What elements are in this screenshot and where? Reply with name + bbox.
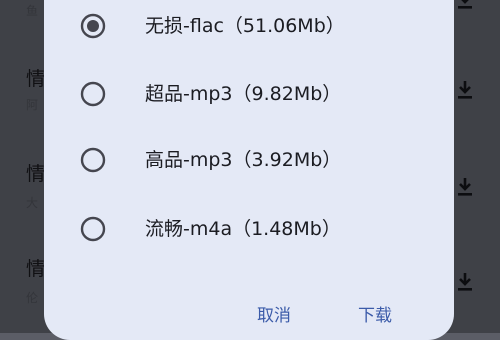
quality-select-dialog: 无损-flac（51.06Mb） 超品-mp3（9.82Mb） 高品-mp3（3…: [44, 0, 454, 340]
quality-option-label: 无损-flac（51.06Mb）: [145, 15, 345, 37]
quality-option-mp3-high[interactable]: 超品-mp3（9.82Mb）: [44, 69, 454, 119]
cancel-button[interactable]: 取消: [257, 302, 291, 330]
radio-unselected-icon[interactable]: [80, 216, 106, 242]
quality-option-flac[interactable]: 无损-flac（51.06Mb）: [44, 1, 454, 51]
radio-selected-icon[interactable]: [80, 13, 106, 39]
radio-unselected-icon[interactable]: [80, 147, 106, 173]
quality-option-m4a[interactable]: 流畅-m4a（1.48Mb）: [44, 204, 454, 254]
quality-option-label: 流畅-m4a（1.48Mb）: [145, 218, 341, 240]
quality-option-label: 高品-mp3（3.92Mb）: [145, 149, 342, 171]
download-button[interactable]: 下载: [358, 302, 392, 330]
radio-unselected-icon[interactable]: [80, 81, 106, 107]
quality-option-label: 超品-mp3（9.82Mb）: [145, 83, 342, 105]
quality-option-mp3-standard[interactable]: 高品-mp3（3.92Mb）: [44, 135, 454, 185]
